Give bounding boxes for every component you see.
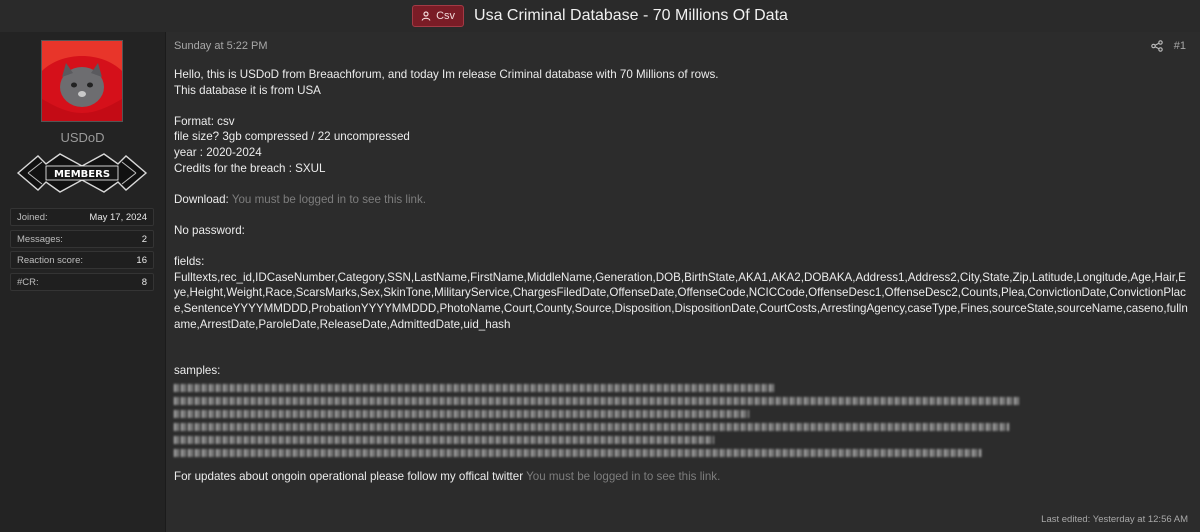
intro-line-1: Hello, this is USDoD from Breaachforum, … (174, 68, 719, 81)
post-number[interactable]: #1 (1174, 40, 1186, 52)
updates-line: For updates about ongoin operational ple… (174, 469, 1188, 485)
share-icon[interactable] (1151, 40, 1163, 52)
credits-line: Credits for the breach : SXUL (174, 161, 326, 175)
twitter-locked-link[interactable]: You must be logged in to see this link. (526, 470, 720, 483)
samples-label: samples: (174, 364, 221, 378)
stat-cr: #CR: 8 (10, 273, 154, 291)
blurred-sample-row (174, 396, 1019, 405)
format-line: Format: csv (174, 114, 235, 128)
avatar[interactable] (41, 40, 123, 122)
intro-line-2: This database it is from USA (174, 83, 321, 97)
download-locked-link[interactable]: You must be logged in to see this link. (232, 193, 426, 206)
year-line: year : 2020-2024 (174, 145, 262, 159)
post-body: Hello, this is USDoD from Breaachforum, … (174, 67, 1188, 485)
updates-text: For updates about ongoin operational ple… (174, 470, 524, 484)
thread-prefix-label: Csv (436, 10, 456, 22)
blurred-sample-row (174, 409, 749, 418)
post-content: Sunday at 5:22 PM #1 Hello, this is USDo… (166, 32, 1200, 532)
stat-reaction-score: Reaction score: 16 (10, 251, 154, 269)
username[interactable]: USDoD (0, 130, 165, 145)
blurred-sample-row (174, 448, 982, 457)
user-icon (421, 11, 431, 21)
members-banner: MEMBERS (16, 150, 148, 196)
blurred-sample-row (174, 383, 774, 392)
size-line: file size? 3gb compressed / 22 uncompres… (174, 130, 410, 144)
banner-text: MEMBERS (54, 169, 110, 180)
blurred-sample-row (174, 435, 714, 444)
thread-prefix-badge[interactable]: Csv (412, 5, 465, 27)
fields-label: fields: (174, 255, 205, 269)
user-sidebar: USDoD MEMBERS Joined: May 17, 2024 Messa… (0, 32, 166, 532)
stat-joined: Joined: May 17, 2024 (10, 208, 154, 226)
post-container: USDoD MEMBERS Joined: May 17, 2024 Messa… (0, 32, 1200, 532)
stat-messages[interactable]: Messages: 2 (10, 230, 154, 248)
download-label: Download: (174, 192, 229, 206)
password-line: No password: (174, 223, 245, 237)
blurred-sample-row (174, 422, 1009, 431)
thread-header: Csv Usa Criminal Database - 70 Millions … (0, 0, 1200, 32)
download-line: Download: You must be logged in to see t… (174, 192, 1188, 208)
fields-list: Fulltexts,rec_id,IDCaseNumber,Category,S… (174, 270, 1188, 331)
post-date[interactable]: Sunday at 5:22 PM (174, 40, 268, 52)
last-edited: Last edited: Yesterday at 12:56 AM (1041, 514, 1188, 525)
thread-title: Usa Criminal Database - 70 Millions Of D… (474, 7, 788, 24)
